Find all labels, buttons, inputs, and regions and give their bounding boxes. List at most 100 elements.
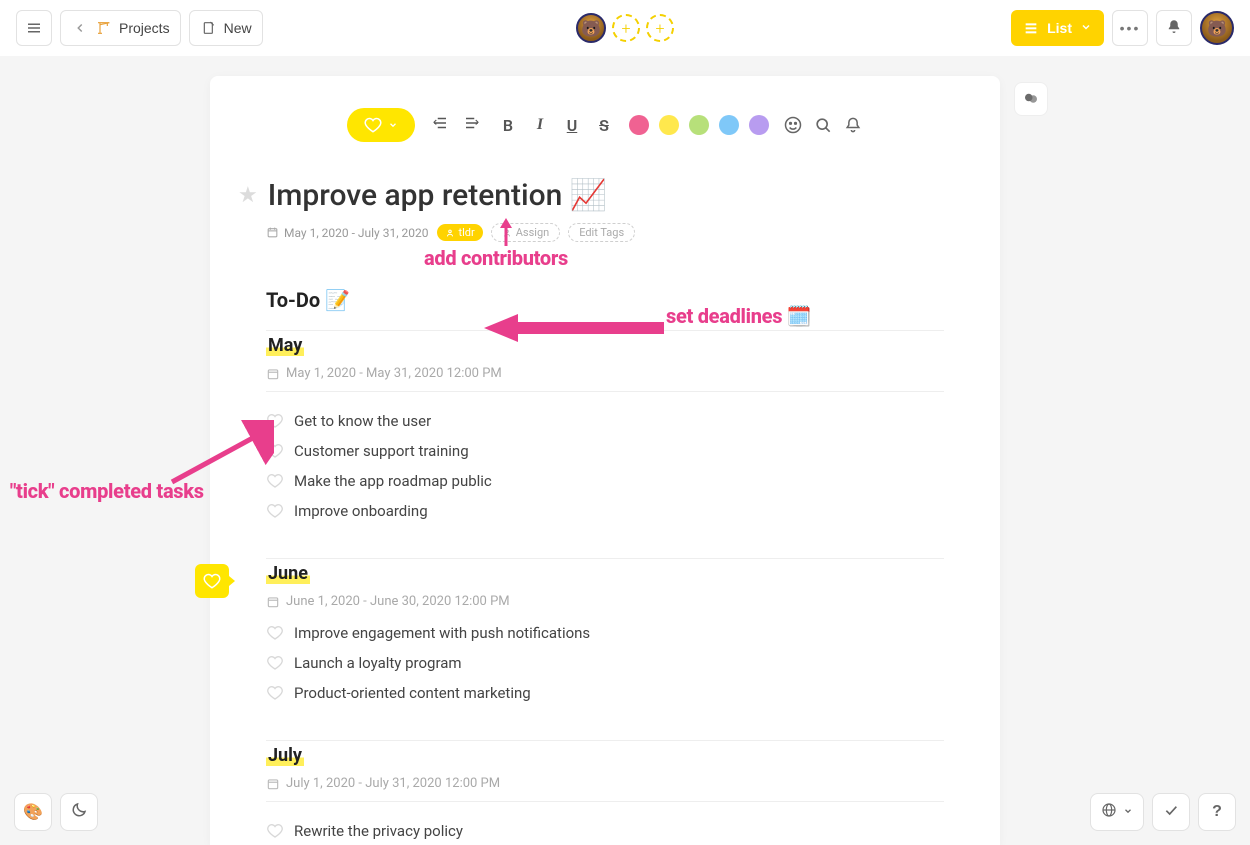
task-row[interactable]: Product-oriented content marketing <box>266 678 944 708</box>
bottom-right-controls: ? <box>1090 793 1236 831</box>
language-button[interactable] <box>1090 793 1144 831</box>
question-icon: ? <box>1212 803 1222 821</box>
workspace-avatars: 🐻 + + <box>576 13 674 43</box>
projects-breadcrumb-button[interactable]: Projects <box>60 10 181 46</box>
bold-button[interactable]: B <box>497 116 519 135</box>
month-heading[interactable]: June <box>266 563 310 584</box>
heart-checkbox-icon[interactable] <box>266 502 284 520</box>
palette-icon: 🎨 <box>23 802 43 822</box>
document-card: B I U S ★ Improve app retention 📈 <box>210 76 1000 845</box>
task-row[interactable]: Get to know the user <box>266 406 944 436</box>
italic-button[interactable]: I <box>529 116 551 134</box>
section-july: July July 1, 2020 - July 31, 2020 12:00 … <box>266 740 944 845</box>
outdent-button[interactable] <box>429 114 451 136</box>
calendar-icon <box>266 226 279 239</box>
calendar-icon <box>266 777 280 791</box>
emoji-button[interactable] <box>783 115 803 135</box>
section-date-range[interactable]: July 1, 2020 - July 31, 2020 12:00 PM <box>266 776 944 791</box>
search-button[interactable] <box>813 115 833 135</box>
owner-tag[interactable]: tldr <box>437 224 483 241</box>
view-switcher-button[interactable]: List <box>1011 10 1104 46</box>
task-text: Rewrite the privacy policy <box>294 822 463 840</box>
title-row: ★ Improve app retention 📈 <box>238 178 944 213</box>
workspace-avatar[interactable]: 🐻 <box>576 13 606 43</box>
task-text: Improve engagement with push notificatio… <box>294 624 590 642</box>
annotation-arrow-diag <box>164 420 274 490</box>
dark-mode-button[interactable] <box>60 793 98 831</box>
topbar-right: List ••• 🐻 <box>1011 10 1234 46</box>
color-purple[interactable] <box>749 115 769 135</box>
task-row[interactable]: Improve onboarding <box>266 496 944 526</box>
new-button[interactable]: New <box>189 10 263 46</box>
color-blue[interactable] <box>719 115 739 135</box>
heart-checkbox-icon[interactable] <box>266 822 284 840</box>
hamburger-menu-button[interactable] <box>16 10 52 46</box>
owner-tag-label: tldr <box>459 226 475 239</box>
presence-indicator[interactable] <box>1014 82 1048 116</box>
bell-icon <box>1165 18 1183 39</box>
more-menu-button[interactable]: ••• <box>1112 10 1148 46</box>
calendar-icon <box>266 595 280 609</box>
heart-checkbox-icon[interactable] <box>266 624 284 642</box>
add-workspace-button[interactable]: + <box>612 14 640 42</box>
document-title[interactable]: Improve app retention 📈 <box>268 178 607 213</box>
chevron-down-icon <box>1123 803 1133 821</box>
date-range-chip[interactable]: May 1, 2020 - July 31, 2020 <box>266 226 429 240</box>
heart-checkbox-icon[interactable] <box>266 684 284 702</box>
notifications-button[interactable] <box>1156 10 1192 46</box>
top-bar: Projects New 🐻 + + List ••• 🐻 <box>0 0 1250 56</box>
bottom-left-controls: 🎨 <box>14 793 98 831</box>
star-icon[interactable]: ★ <box>238 183 258 208</box>
task-row[interactable]: Rewrite the privacy policy <box>266 816 944 845</box>
text-format-group: B I U S <box>497 116 615 135</box>
edit-tags-button[interactable]: Edit Tags <box>568 223 635 242</box>
add-workspace-button-2[interactable]: + <box>646 14 674 42</box>
month-heading[interactable]: July <box>266 745 304 766</box>
side-heart-tab[interactable] <box>195 564 229 598</box>
heart-checkbox-icon[interactable] <box>266 654 284 672</box>
help-button[interactable]: ? <box>1198 793 1236 831</box>
underline-button[interactable]: U <box>561 116 583 135</box>
editor-toolbar: B I U S <box>266 108 944 142</box>
task-row[interactable]: Customer support training <box>266 436 944 466</box>
task-text: Make the app roadmap public <box>294 472 492 490</box>
crane-icon <box>95 19 113 37</box>
indent-group <box>429 114 483 136</box>
task-text: Get to know the user <box>294 412 431 430</box>
confirm-button[interactable] <box>1152 793 1190 831</box>
color-yellow[interactable] <box>659 115 679 135</box>
favorite-toggle[interactable] <box>347 108 415 142</box>
month-heading[interactable]: May <box>266 335 304 356</box>
view-label: List <box>1047 20 1072 36</box>
assign-label: Assign <box>516 226 549 239</box>
chevron-left-icon <box>71 19 89 37</box>
task-row[interactable]: Make the app roadmap public <box>266 466 944 496</box>
globe-icon <box>1101 802 1117 823</box>
person-icon <box>445 228 455 238</box>
annotation-arrow-up <box>500 218 512 246</box>
section-date-range[interactable]: May 1, 2020 - May 31, 2020 12:00 PM <box>266 366 944 381</box>
reminder-button[interactable] <box>843 115 863 135</box>
heart-icon <box>203 572 221 590</box>
task-text: Improve onboarding <box>294 502 428 520</box>
color-pink[interactable] <box>629 115 649 135</box>
projects-label: Projects <box>119 20 170 36</box>
color-swatches <box>629 115 769 135</box>
section-may: May May 1, 2020 - May 31, 2020 12:00 PM … <box>266 330 944 526</box>
task-row[interactable]: Launch a loyalty program <box>266 648 944 678</box>
annotation-add-contributors: add contributors <box>424 246 568 270</box>
user-avatar[interactable]: 🐻 <box>1200 11 1234 45</box>
strike-button[interactable]: S <box>593 116 615 135</box>
color-green[interactable] <box>689 115 709 135</box>
theme-palette-button[interactable]: 🎨 <box>14 793 52 831</box>
indent-button[interactable] <box>461 114 483 136</box>
hamburger-icon <box>25 19 43 37</box>
annotation-arrow-left <box>484 310 664 346</box>
task-row[interactable]: Improve engagement with push notificatio… <box>266 618 944 648</box>
section-date-text: July 1, 2020 - July 31, 2020 12:00 PM <box>286 776 500 791</box>
section-june: June June 1, 2020 - June 30, 2020 12:00 … <box>266 558 944 708</box>
section-date-range[interactable]: June 1, 2020 - June 30, 2020 12:00 PM <box>266 594 944 609</box>
toolbar-extras <box>783 115 863 135</box>
edit-tags-label: Edit Tags <box>579 226 624 239</box>
task-text: Product-oriented content marketing <box>294 684 531 702</box>
